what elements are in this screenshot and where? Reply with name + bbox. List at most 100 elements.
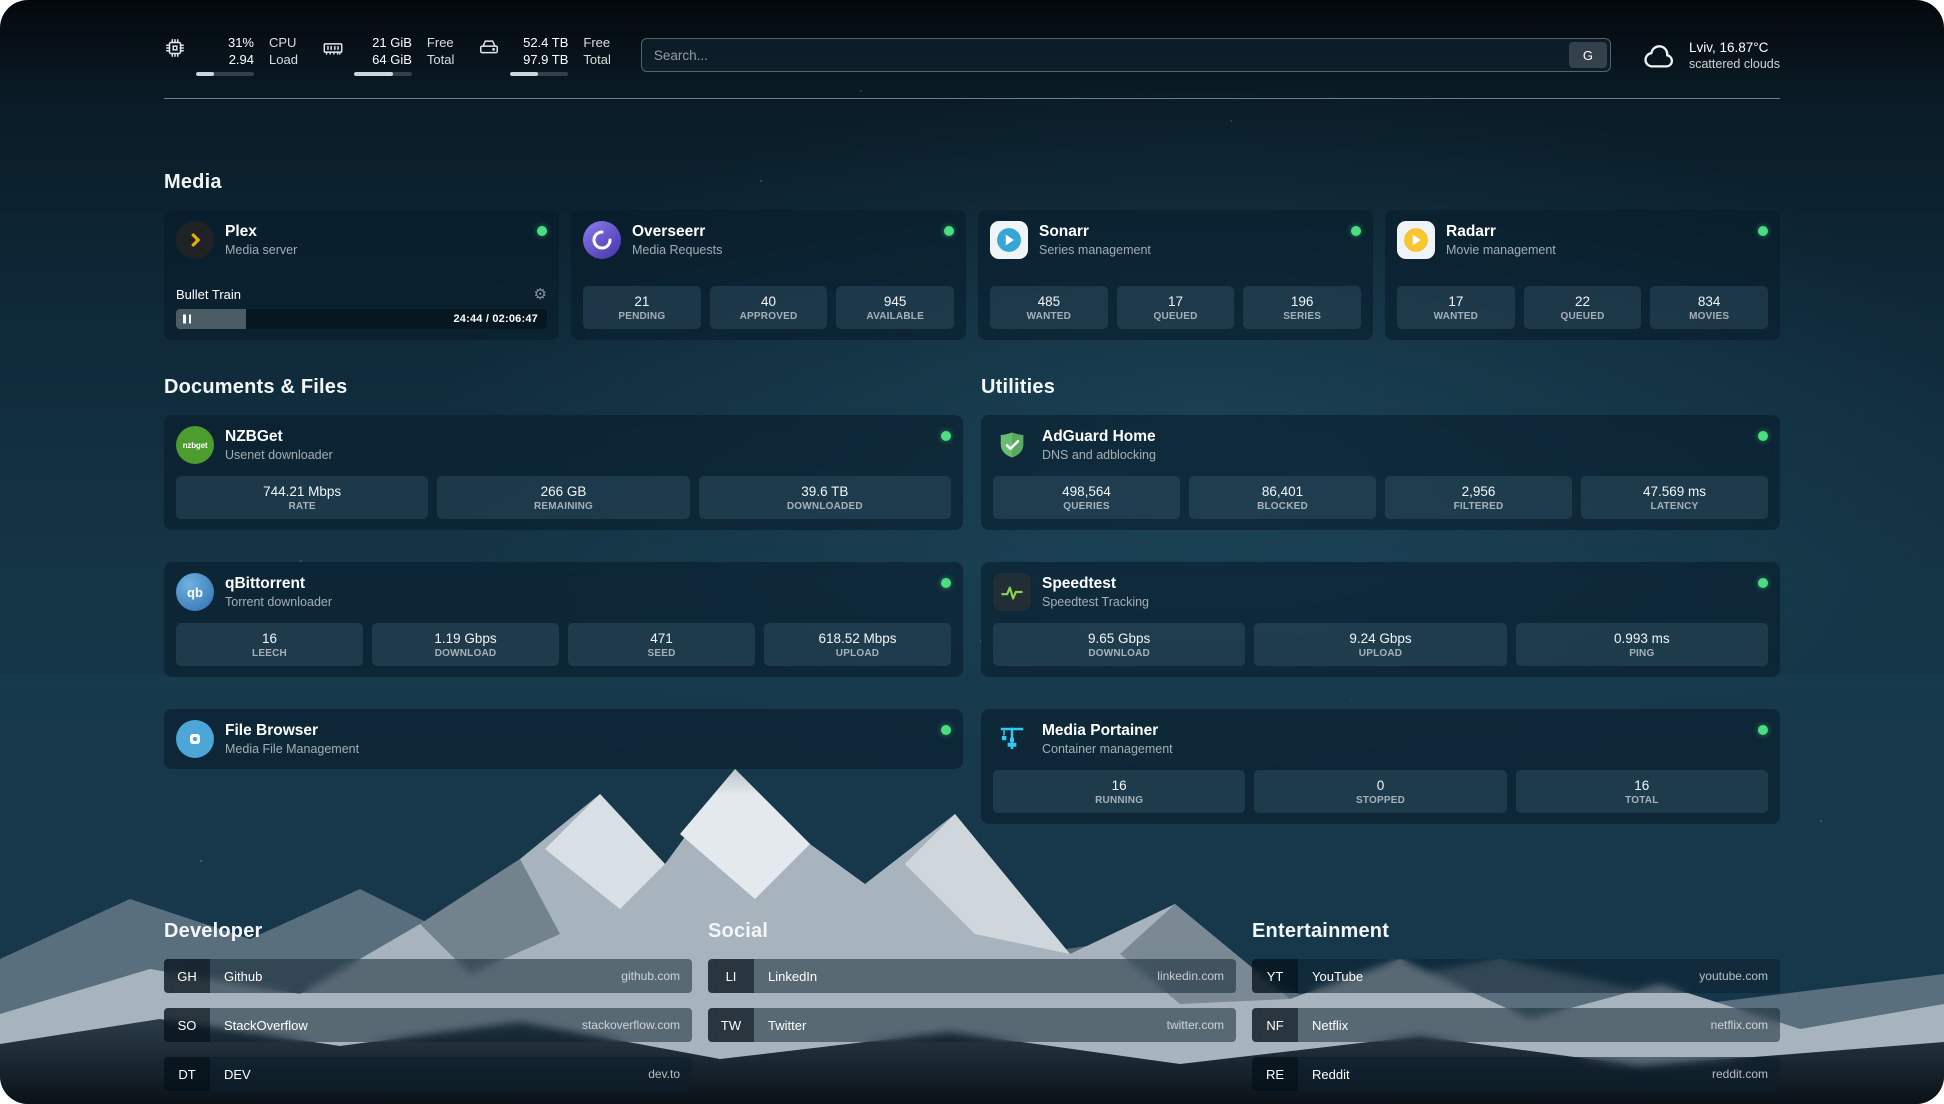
bookmark-abbr: SO xyxy=(164,1008,210,1042)
bookmark-name: YouTube xyxy=(1298,959,1363,993)
service-subtitle: Torrent downloader xyxy=(225,595,332,610)
section-title-documents: Documents & Files xyxy=(164,376,963,399)
weather-widget: Lviv, 16.87°C scattered clouds xyxy=(1641,39,1780,72)
bookmark-name: Reddit xyxy=(1298,1057,1350,1091)
cpu-icon xyxy=(164,37,186,59)
memory-progress-bar xyxy=(354,72,412,76)
search-bar: G xyxy=(641,38,1611,72)
search-provider-button[interactable]: G xyxy=(1569,42,1607,68)
section-title-media: Media xyxy=(164,171,1780,194)
overseerr-status-dot xyxy=(944,226,954,236)
bookmark-stackoverflow[interactable]: SO StackOverflow stackoverflow.com xyxy=(164,1008,692,1042)
bookmark-github[interactable]: GH Github github.com xyxy=(164,959,692,993)
stat-downloaded: 39.6 TB DOWNLOADED xyxy=(699,476,951,519)
gear-icon[interactable]: ⚙ xyxy=(534,287,547,302)
disk-total-label: Total xyxy=(583,51,610,68)
stat-upload: 618.52 Mbps UPLOAD xyxy=(764,623,951,666)
bookmark-youtube[interactable]: YT YouTube youtube.com xyxy=(1252,959,1780,993)
speedtest-icon xyxy=(993,573,1031,611)
search-input[interactable] xyxy=(641,38,1611,72)
overseerr-icon xyxy=(583,221,621,259)
bookmark-netflix[interactable]: NF Netflix netflix.com xyxy=(1252,1008,1780,1042)
playback-time: 24:44 / 02:06:47 xyxy=(453,313,538,325)
stat-wanted: 485 WANTED xyxy=(990,286,1108,329)
service-card-filebrowser[interactable]: File Browser Media File Management xyxy=(164,709,963,769)
bookmark-name: StackOverflow xyxy=(210,1008,308,1042)
service-card-portainer[interactable]: Media Portainer Container management 16 … xyxy=(981,709,1780,824)
service-name: Overseerr xyxy=(632,222,722,241)
service-name: qBittorrent xyxy=(225,574,332,593)
disk-total-value: 97.9 TB xyxy=(510,51,568,68)
memory-icon xyxy=(322,37,344,59)
pause-icon[interactable] xyxy=(183,315,191,324)
portainer-icon xyxy=(993,720,1031,758)
service-card-nzbget[interactable]: nzbget NZBGet Usenet downloader 744.21 M… xyxy=(164,415,963,530)
stat-stopped: 0 STOPPED xyxy=(1254,770,1506,813)
bookmark-name: LinkedIn xyxy=(754,959,817,993)
bookmark-twitter[interactable]: TW Twitter twitter.com xyxy=(708,1008,1236,1042)
service-card-adguard[interactable]: AdGuard Home DNS and adblocking 498,564 … xyxy=(981,415,1780,530)
service-subtitle: Media server xyxy=(225,243,297,258)
service-subtitle: DNS and adblocking xyxy=(1042,448,1156,463)
disk-icon xyxy=(478,37,500,59)
weather-condition: scattered clouds xyxy=(1689,56,1780,72)
sonarr-icon xyxy=(990,221,1028,259)
section-media: Media Plex Media server xyxy=(164,171,1780,340)
topbar-divider xyxy=(164,98,1780,99)
bookmark-name: Netflix xyxy=(1298,1008,1348,1042)
bookmark-dev[interactable]: DT DEV dev.to xyxy=(164,1057,692,1091)
stat-available: 945 AVAILABLE xyxy=(836,286,954,329)
sonarr-status-dot xyxy=(1351,226,1361,236)
qbittorrent-status-dot xyxy=(941,578,951,588)
service-name: Plex xyxy=(225,222,297,241)
service-card-plex[interactable]: Plex Media server Bullet Train ⚙ 24:44 /… xyxy=(164,210,559,340)
stat-filtered: 2,956 FILTERED xyxy=(1385,476,1572,519)
bookmark-url: reddit.com xyxy=(1712,1057,1780,1091)
service-subtitle: Container management xyxy=(1042,742,1173,757)
service-card-qbittorrent[interactable]: qb qBittorrent Torrent downloader 16 LEE… xyxy=(164,562,963,677)
stat-rate: 744.21 Mbps RATE xyxy=(176,476,428,519)
service-name: Media Portainer xyxy=(1042,721,1173,740)
bookmark-url: netflix.com xyxy=(1711,1008,1780,1042)
plex-icon xyxy=(176,221,214,259)
section-title-entertainment: Entertainment xyxy=(1252,920,1780,943)
service-name: NZBGet xyxy=(225,427,333,446)
stat-latency: 47.569 ms LATENCY xyxy=(1581,476,1768,519)
service-name: File Browser xyxy=(225,721,359,740)
stat-total: 16 TOTAL xyxy=(1516,770,1768,813)
cpu-widget: 31% CPU 2.94 Load xyxy=(164,34,298,76)
filebrowser-icon xyxy=(176,720,214,758)
service-card-sonarr[interactable]: Sonarr Series management 485 WANTED 17 Q… xyxy=(978,210,1373,340)
service-subtitle: Media File Management xyxy=(225,742,359,757)
stat-running: 16 RUNNING xyxy=(993,770,1245,813)
plex-player-bar[interactable]: 24:44 / 02:06:47 xyxy=(176,309,547,329)
radarr-icon xyxy=(1397,221,1435,259)
bookmark-name: Github xyxy=(210,959,262,993)
service-subtitle: Usenet downloader xyxy=(225,448,333,463)
service-card-radarr[interactable]: Radarr Movie management 17 WANTED 22 QUE… xyxy=(1385,210,1780,340)
homepage-dashboard: 31% CPU 2.94 Load 21 GiB Free xyxy=(0,0,1944,1104)
speedtest-status-dot xyxy=(1758,578,1768,588)
stat-download: 9.65 Gbps DOWNLOAD xyxy=(993,623,1245,666)
bookmark-linkedin[interactable]: LI LinkedIn linkedin.com xyxy=(708,959,1236,993)
service-card-overseerr[interactable]: Overseerr Media Requests 21 PENDING 40 A… xyxy=(571,210,966,340)
bookmark-abbr: DT xyxy=(164,1057,210,1091)
bookmark-url: github.com xyxy=(621,959,692,993)
cloud-icon xyxy=(1641,41,1678,70)
resource-widgets: 31% CPU 2.94 Load 21 GiB Free xyxy=(164,34,611,76)
bookmark-abbr: RE xyxy=(1252,1057,1298,1091)
stat-ping: 0.993 ms PING xyxy=(1516,623,1768,666)
bookmark-url: youtube.com xyxy=(1699,959,1780,993)
stat-queued: 22 QUEUED xyxy=(1524,286,1642,329)
service-card-speedtest[interactable]: Speedtest Speedtest Tracking 9.65 Gbps D… xyxy=(981,562,1780,677)
bookmark-reddit[interactable]: RE Reddit reddit.com xyxy=(1252,1057,1780,1091)
cpu-load-label: Load xyxy=(269,51,298,68)
service-subtitle: Speedtest Tracking xyxy=(1042,595,1149,610)
section-utilities: Utilities AdGuard Home xyxy=(981,376,1780,856)
stat-seed: 471 SEED xyxy=(568,623,755,666)
nzbget-status-dot xyxy=(941,431,951,441)
service-subtitle: Series management xyxy=(1039,243,1151,258)
disk-free-label: Free xyxy=(583,34,610,51)
stat-queued: 17 QUEUED xyxy=(1117,286,1235,329)
stat-movies: 834 MOVIES xyxy=(1650,286,1768,329)
